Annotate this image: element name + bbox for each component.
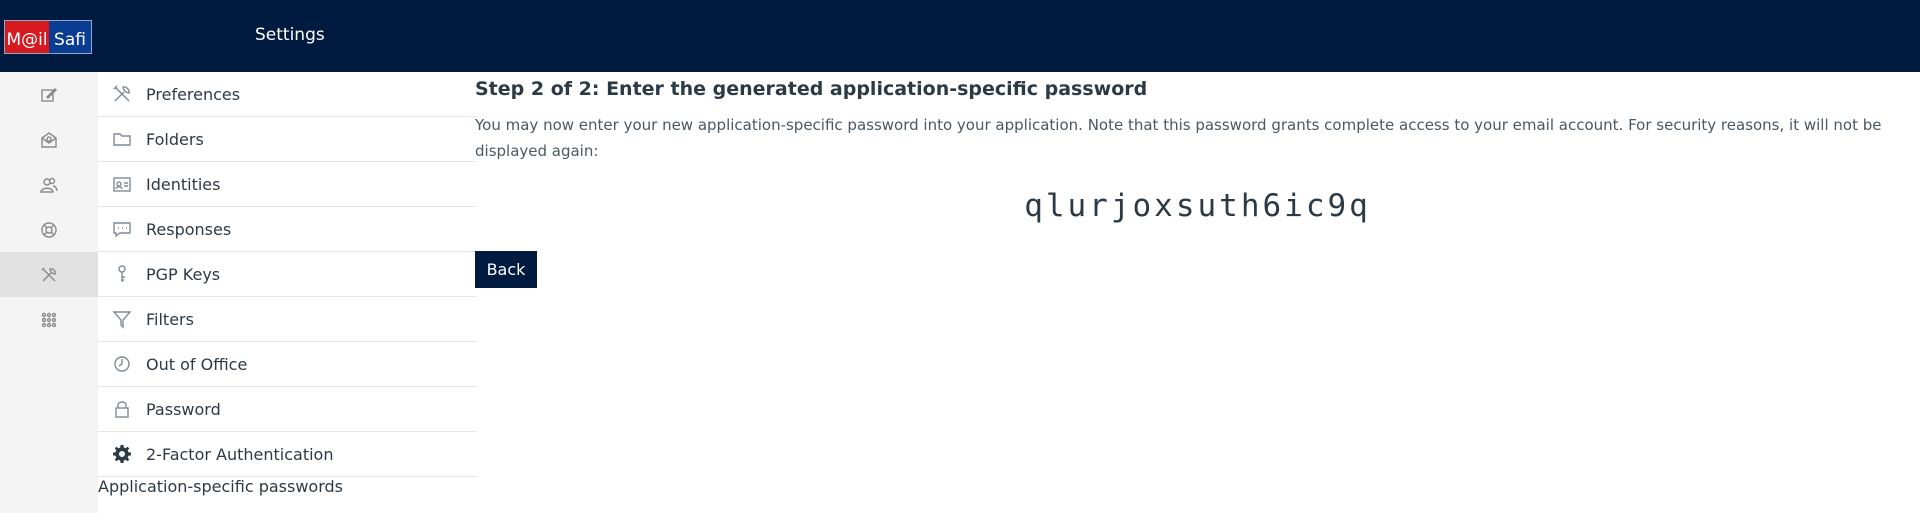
filter-icon [112, 311, 132, 329]
settings-item-password[interactable]: Password [98, 387, 476, 432]
logo-safi-text: Safi [49, 21, 91, 53]
settings-item-label: Password [146, 399, 221, 419]
settings-item-label: Identities [146, 174, 221, 194]
compose-icon [41, 87, 57, 102]
step-title: Step 2 of 2: Enter the generated applica… [475, 78, 1148, 100]
mailsafi-logo[interactable]: M@il Safi [4, 20, 92, 54]
settings-item-label: PGP Keys [146, 264, 221, 284]
rail-help[interactable] [0, 207, 98, 252]
instructions-text: You may now enter your new application-s… [475, 116, 1882, 160]
tools-icon [113, 85, 130, 102]
settings-menu: Preferences Folders Identities Responses… [98, 72, 476, 513]
settings-item-preferences[interactable]: Preferences [98, 72, 476, 117]
rail-mail[interactable] [0, 117, 98, 162]
rail-contacts[interactable] [0, 162, 98, 207]
rail-compose[interactable] [0, 72, 98, 117]
top-header: M@il Safi Settings [0, 0, 1920, 72]
left-rail [0, 72, 98, 513]
key-icon [118, 265, 126, 282]
settings-item-label: Folders [146, 129, 204, 149]
help-icon [41, 221, 57, 238]
rail-settings[interactable] [0, 252, 98, 297]
settings-subitem-app-passwords[interactable]: Application-specific passwords [98, 477, 343, 496]
settings-item-label: 2-Factor Authentication [146, 444, 334, 464]
contacts-icon [40, 177, 58, 193]
logo-mail-text: M@il [5, 21, 49, 53]
clock-icon [114, 356, 130, 372]
header-title: Settings [255, 25, 325, 45]
settings-item-label: Responses [146, 219, 232, 239]
chat-icon [113, 222, 131, 238]
folder-icon [113, 133, 131, 146]
settings-item-identities[interactable]: Identities [98, 162, 476, 207]
settings-item-folders[interactable]: Folders [98, 117, 476, 162]
settings-item-2fa[interactable]: 2-Factor Authentication [98, 432, 476, 477]
mail-icon [41, 131, 57, 148]
settings-item-pgp-keys[interactable]: PGP Keys [98, 252, 476, 297]
settings-item-filters[interactable]: Filters [98, 297, 476, 342]
back-button[interactable]: Back [475, 251, 537, 288]
generated-password: qlurjoxsuth6ic9q [1024, 188, 1371, 224]
settings-icon [41, 267, 56, 281]
settings-item-label: Preferences [146, 84, 241, 104]
settings-item-label: Out of Office [146, 354, 248, 374]
apps-grid-icon [41, 312, 57, 327]
settings-item-label: Filters [146, 309, 194, 329]
settings-item-responses[interactable]: Responses [98, 207, 476, 252]
gear-icon [113, 445, 131, 463]
settings-item-out-of-office[interactable]: Out of Office [98, 342, 476, 387]
id-card-icon [113, 177, 131, 192]
lock-icon [115, 401, 129, 418]
rail-apps[interactable] [0, 297, 98, 342]
main-content: Step 2 of 2: Enter the generated applica… [475, 72, 1920, 513]
